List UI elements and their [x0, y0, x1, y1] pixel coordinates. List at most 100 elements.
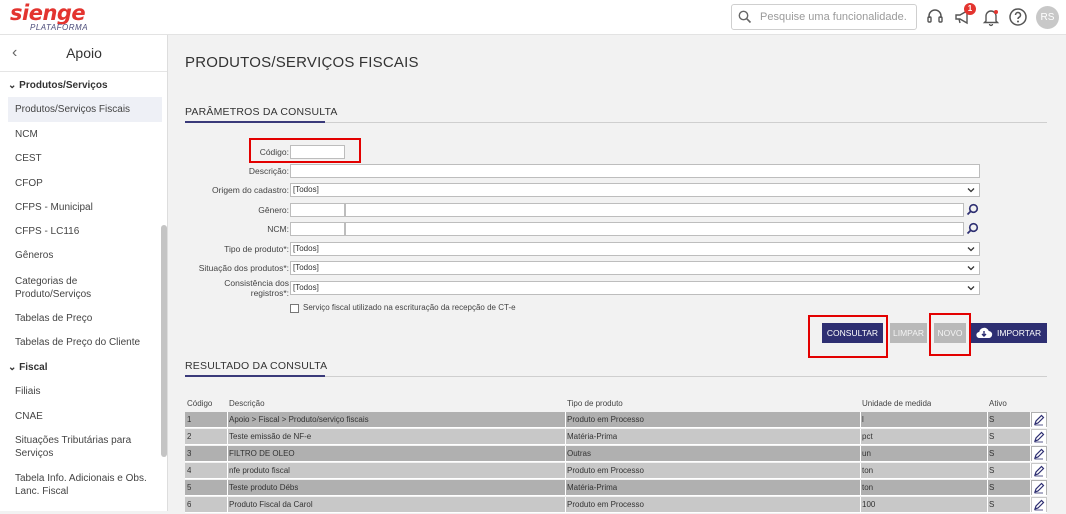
ncm-label: NCM:: [267, 224, 289, 234]
column-separator: [227, 446, 228, 462]
bell-icon[interactable]: [981, 7, 1001, 27]
limpar-button[interactable]: LIMPAR: [890, 323, 927, 343]
genero-code-input[interactable]: [290, 203, 345, 217]
sidebar-item-generos[interactable]: Gêneros: [15, 249, 155, 262]
cell-tipo: Produto em Processo: [567, 466, 644, 475]
cell-unidade: l: [862, 415, 864, 424]
column-separator: [227, 480, 228, 496]
cell-descricao: Produto Fiscal da Carol: [229, 500, 313, 509]
sidebar-item-ncm[interactable]: NCM: [15, 128, 155, 141]
column-separator: [860, 446, 861, 462]
sienge-logo[interactable]: sienge PLATAFORMA: [10, 1, 88, 32]
sidebar-item-situacoes-tributarias[interactable]: Situações Tributárias para Serviços: [15, 434, 140, 460]
sidebar-item-cfps-municipal[interactable]: CFPS - Municipal: [15, 201, 155, 214]
column-header-unidade[interactable]: Unidade de medida: [862, 399, 931, 408]
column-separator: [1030, 463, 1031, 479]
column-separator: [1030, 412, 1031, 428]
cte-checkbox[interactable]: [290, 304, 299, 313]
table-row[interactable]: 2 Teste emissão de NF-e Matéria-Prima pct S: [185, 429, 1047, 445]
sidebar-item-filiais[interactable]: Filiais: [15, 385, 155, 398]
sidebar-item-cfps-lc116[interactable]: CFPS - LC116: [15, 225, 155, 238]
ncm-description-input[interactable]: [345, 222, 964, 236]
sidebar-item-tabelas-preco[interactable]: Tabelas de Preço: [15, 312, 155, 325]
descricao-input[interactable]: [290, 164, 980, 178]
column-separator: [987, 412, 988, 428]
table-row[interactable]: 5 Teste produto Débs Matéria-Prima ton S: [185, 480, 1047, 496]
cell-tipo: Produto em Processo: [567, 415, 644, 424]
sidebar-item-cest[interactable]: CEST: [15, 152, 155, 165]
column-separator: [565, 446, 566, 462]
ncm-code-input[interactable]: [290, 222, 345, 236]
search-icon[interactable]: [966, 203, 979, 216]
sidebar-section-fiscal[interactable]: ⌄ Fiscal: [8, 362, 48, 373]
sidebar-section-label: Produtos/Serviços: [19, 80, 108, 91]
tipo-produto-value: [Todos]: [293, 244, 319, 253]
column-separator: [227, 429, 228, 445]
edit-pencil-icon[interactable]: [1032, 481, 1046, 495]
chevron-down-icon: [967, 247, 975, 252]
search-box[interactable]: [731, 4, 917, 30]
edit-pencil-icon[interactable]: [1032, 498, 1046, 512]
consistencia-select[interactable]: [Todos]: [290, 281, 980, 295]
origem-value: [Todos]: [293, 185, 319, 194]
sidebar-item-tabelas-preco-cliente[interactable]: Tabelas de Preço do Cliente: [15, 336, 155, 349]
chevron-down-icon: [967, 266, 975, 271]
sidebar-section-label: Fiscal: [19, 362, 48, 373]
column-header-codigo[interactable]: Código: [187, 399, 212, 408]
edit-pencil-icon[interactable]: [1032, 464, 1046, 478]
cell-tipo: Matéria-Prima: [567, 483, 618, 492]
table-row[interactable]: 3 FILTRO DE OLEO Outras un S: [185, 446, 1047, 462]
headset-icon[interactable]: [925, 7, 945, 27]
sidebar-section-produtos[interactable]: ⌄ Produtos/Serviços: [8, 80, 108, 91]
cell-codigo: 2: [187, 432, 192, 441]
column-separator: [565, 412, 566, 428]
sidebar-item-cfop[interactable]: CFOP: [15, 177, 155, 190]
section-accent: [185, 375, 325, 377]
edit-pencil-icon[interactable]: [1032, 413, 1046, 427]
cell-codigo: 4: [187, 466, 192, 475]
cell-ativo: S: [989, 483, 995, 492]
situacao-select[interactable]: [Todos]: [290, 261, 980, 275]
highlight-box-codigo: [249, 138, 361, 163]
cell-descricao: Teste emissão de NF-e: [229, 432, 312, 441]
search-icon[interactable]: [966, 222, 979, 235]
user-avatar[interactable]: RS: [1036, 6, 1059, 29]
column-separator: [565, 463, 566, 479]
notification-badge: 1: [964, 3, 976, 15]
importar-button[interactable]: IMPORTAR: [971, 323, 1047, 343]
chevron-down-icon: [967, 286, 975, 291]
consistencia-value: [Todos]: [293, 283, 319, 292]
table-row[interactable]: 1 Apoio > Fiscal > Produto/serviço fiscai…: [185, 412, 1047, 428]
cell-unidade: pct: [862, 432, 873, 441]
cte-checkbox-label: Serviço fiscal utilizado na escrituração…: [303, 303, 516, 312]
cell-codigo: 5: [187, 483, 192, 492]
column-header-ativo[interactable]: Ativo: [989, 399, 1007, 408]
help-icon[interactable]: [1008, 7, 1028, 27]
origem-select[interactable]: [Todos]: [290, 183, 980, 197]
column-separator: [565, 480, 566, 496]
chevron-down-icon: ⌄: [8, 362, 17, 373]
table-row[interactable]: 4 nfe produto fiscal Produto em Processo to…: [185, 463, 1047, 479]
search-input[interactable]: [760, 9, 910, 25]
column-separator: [987, 480, 988, 496]
cell-unidade: ton: [862, 466, 874, 475]
sidebar-item-produtos-servicos-fiscais[interactable]: Produtos/Serviços Fiscais: [15, 103, 155, 116]
tipo-produto-select[interactable]: [Todos]: [290, 242, 980, 256]
genero-description-input[interactable]: [345, 203, 964, 217]
column-header-tipo[interactable]: Tipo de produto: [567, 399, 623, 408]
column-separator: [1030, 429, 1031, 445]
sidebar: ‹ Apoio ⌄ Produtos/Serviços Produtos/Ser…: [0, 35, 168, 511]
edit-pencil-icon[interactable]: [1032, 430, 1046, 444]
sidebar-item-tabela-info[interactable]: Tabela Info. Adicionais e Obs. Lanc. Fis…: [15, 472, 150, 498]
edit-pencil-icon[interactable]: [1032, 447, 1046, 461]
sidebar-item-cnae[interactable]: CNAE: [15, 410, 155, 423]
cell-codigo: 6: [187, 500, 192, 509]
column-separator: [860, 429, 861, 445]
sidebar-header: ‹ Apoio: [0, 35, 167, 72]
column-header-descricao[interactable]: Descrição: [229, 399, 265, 408]
params-section-title: PARÂMETROS DA CONSULTA: [185, 106, 338, 118]
column-separator: [860, 480, 861, 496]
column-separator: [987, 463, 988, 479]
sidebar-item-categorias[interactable]: Categorias de Produto/Serviços: [15, 275, 125, 301]
sidebar-scrollbar[interactable]: [161, 225, 167, 457]
